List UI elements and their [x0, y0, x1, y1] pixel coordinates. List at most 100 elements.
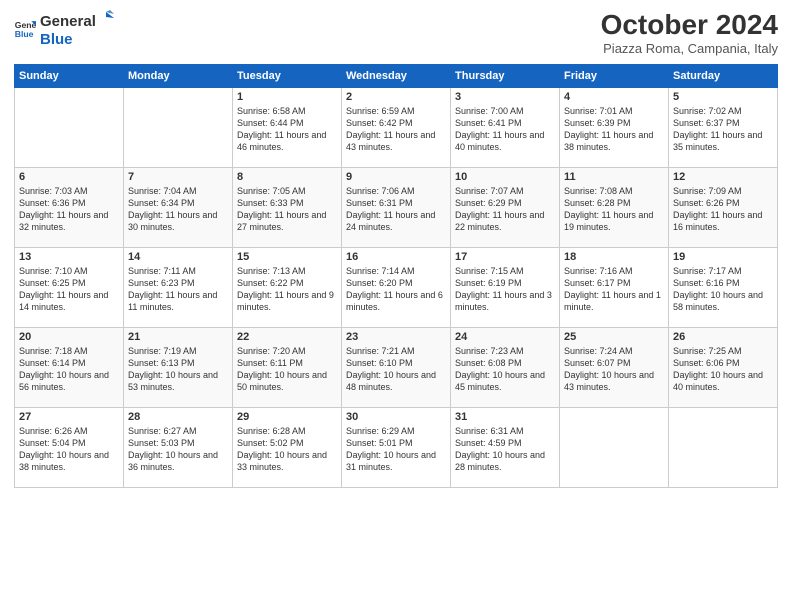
calendar-title: October 2024 [601, 10, 778, 41]
day-info: Sunrise: 6:31 AMSunset: 4:59 PMDaylight:… [455, 426, 545, 472]
day-number: 5 [673, 91, 773, 103]
day-number: 3 [455, 91, 555, 103]
day-info: Sunrise: 7:13 AMSunset: 6:22 PMDaylight:… [237, 266, 334, 312]
day-number: 9 [346, 171, 446, 183]
week-row-1: 1 Sunrise: 6:58 AMSunset: 6:44 PMDaylight… [15, 87, 778, 167]
day-info: Sunrise: 7:00 AMSunset: 6:41 PMDaylight:… [455, 106, 544, 152]
day-cell: 6 Sunrise: 7:03 AMSunset: 6:36 PMDaylight… [15, 167, 124, 247]
day-cell: 5 Sunrise: 7:02 AMSunset: 6:37 PMDaylight… [669, 87, 778, 167]
day-cell: 30 Sunrise: 6:29 AMSunset: 5:01 PMDayligh… [342, 407, 451, 487]
day-number: 7 [128, 171, 228, 183]
day-cell: 13Sunrise: 7:10 AMSunset: 6:25 PMDayligh… [15, 247, 124, 327]
day-cell: 27 Sunrise: 6:26 AMSunset: 5:04 PMDayligh… [15, 407, 124, 487]
day-info: Sunrise: 7:03 AMSunset: 6:36 PMDaylight:… [19, 186, 108, 232]
day-info: Sunrise: 7:21 AMSunset: 6:10 PMDaylight:… [346, 346, 436, 392]
day-number: 16 [346, 251, 446, 263]
day-info: Sunrise: 6:29 AMSunset: 5:01 PMDaylight:… [346, 426, 436, 472]
week-row-2: 6 Sunrise: 7:03 AMSunset: 6:36 PMDaylight… [15, 167, 778, 247]
day-info: Sunrise: 7:20 AMSunset: 6:11 PMDaylight:… [237, 346, 327, 392]
day-number: 23 [346, 331, 446, 343]
day-cell: 15 Sunrise: 7:13 AMSunset: 6:22 PMDayligh… [233, 247, 342, 327]
day-cell: 11 Sunrise: 7:08 AMSunset: 6:28 PMDayligh… [560, 167, 669, 247]
day-number: 31 [455, 411, 555, 423]
day-info: Sunrise: 7:16 AMSunset: 6:17 PMDaylight:… [564, 266, 661, 312]
header: General Blue General Blue October 2024 [14, 10, 778, 56]
day-number: 19 [673, 251, 773, 263]
day-info: Sunrise: 7:02 AMSunset: 6:37 PMDaylight:… [673, 106, 762, 152]
day-info: Sunrise: 7:01 AMSunset: 6:39 PMDaylight:… [564, 106, 653, 152]
day-cell: 17Sunrise: 7:15 AMSunset: 6:19 PMDayligh… [451, 247, 560, 327]
day-info: Sunrise: 7:09 AMSunset: 6:26 PMDaylight:… [673, 186, 762, 232]
day-cell: 3 Sunrise: 7:00 AMSunset: 6:41 PMDaylight… [451, 87, 560, 167]
day-number: 4 [564, 91, 664, 103]
day-number: 6 [19, 171, 119, 183]
day-cell: 8 Sunrise: 7:05 AMSunset: 6:33 PMDaylight… [233, 167, 342, 247]
day-cell [669, 407, 778, 487]
day-cell: 4 Sunrise: 7:01 AMSunset: 6:39 PMDaylight… [560, 87, 669, 167]
day-info: Sunrise: 6:59 AMSunset: 6:42 PMDaylight:… [346, 106, 435, 152]
day-number: 22 [237, 331, 337, 343]
header-friday: Friday [560, 64, 669, 87]
week-row-5: 27 Sunrise: 6:26 AMSunset: 5:04 PMDayligh… [15, 407, 778, 487]
day-cell: 28Sunrise: 6:27 AMSunset: 5:03 PMDayligh… [124, 407, 233, 487]
day-number: 15 [237, 251, 337, 263]
header-saturday: Saturday [669, 64, 778, 87]
day-number: 11 [564, 171, 664, 183]
day-number: 18 [564, 251, 664, 263]
day-cell: 1 Sunrise: 6:58 AMSunset: 6:44 PMDaylight… [233, 87, 342, 167]
day-cell: 9 Sunrise: 7:06 AMSunset: 6:31 PMDaylight… [342, 167, 451, 247]
day-cell: 12 Sunrise: 7:09 AMSunset: 6:26 PMDayligh… [669, 167, 778, 247]
logo-bird-icon [98, 10, 114, 26]
svg-text:Blue: Blue [15, 29, 34, 39]
day-info: Sunrise: 7:24 AMSunset: 6:07 PMDaylight:… [564, 346, 654, 392]
day-cell: 7Sunrise: 7:04 AMSunset: 6:34 PMDaylight… [124, 167, 233, 247]
day-number: 1 [237, 91, 337, 103]
day-number: 20 [19, 331, 119, 343]
day-cell: 19 Sunrise: 7:17 AMSunset: 6:16 PMDayligh… [669, 247, 778, 327]
day-info: Sunrise: 7:05 AMSunset: 6:33 PMDaylight:… [237, 186, 326, 232]
day-number: 27 [19, 411, 119, 423]
day-cell [124, 87, 233, 167]
calendar-subtitle: Piazza Roma, Campania, Italy [601, 41, 778, 56]
header-monday: Monday [124, 64, 233, 87]
calendar-table: Sunday Monday Tuesday Wednesday Thursday… [14, 64, 778, 488]
day-number: 12 [673, 171, 773, 183]
day-info: Sunrise: 6:26 AMSunset: 5:04 PMDaylight:… [19, 426, 109, 472]
week-row-3: 13Sunrise: 7:10 AMSunset: 6:25 PMDayligh… [15, 247, 778, 327]
day-cell: 29Sunrise: 6:28 AMSunset: 5:02 PMDayligh… [233, 407, 342, 487]
day-info: Sunrise: 7:11 AMSunset: 6:23 PMDaylight:… [128, 266, 217, 312]
day-cell: 10Sunrise: 7:07 AMSunset: 6:29 PMDayligh… [451, 167, 560, 247]
day-cell: 14Sunrise: 7:11 AMSunset: 6:23 PMDayligh… [124, 247, 233, 327]
day-info: Sunrise: 7:07 AMSunset: 6:29 PMDaylight:… [455, 186, 544, 232]
logo-blue: Blue [40, 31, 73, 48]
page: General Blue General Blue October 2024 [0, 0, 792, 612]
day-info: Sunrise: 6:58 AMSunset: 6:44 PMDaylight:… [237, 106, 326, 152]
day-info: Sunrise: 7:17 AMSunset: 6:16 PMDaylight:… [673, 266, 763, 312]
day-info: Sunrise: 7:25 AMSunset: 6:06 PMDaylight:… [673, 346, 763, 392]
day-cell: 2 Sunrise: 6:59 AMSunset: 6:42 PMDaylight… [342, 87, 451, 167]
day-number: 2 [346, 91, 446, 103]
logo-general: General [40, 14, 96, 31]
day-info: Sunrise: 7:23 AMSunset: 6:08 PMDaylight:… [455, 346, 545, 392]
day-cell: 16 Sunrise: 7:14 AMSunset: 6:20 PMDayligh… [342, 247, 451, 327]
day-number: 26 [673, 331, 773, 343]
title-block: October 2024 Piazza Roma, Campania, Ital… [601, 10, 778, 56]
day-info: Sunrise: 7:06 AMSunset: 6:31 PMDaylight:… [346, 186, 435, 232]
day-number: 17 [455, 251, 555, 263]
day-number: 21 [128, 331, 228, 343]
day-info: Sunrise: 6:28 AMSunset: 5:02 PMDaylight:… [237, 426, 327, 472]
day-number: 30 [346, 411, 446, 423]
day-info: Sunrise: 7:10 AMSunset: 6:25 PMDaylight:… [19, 266, 108, 312]
day-info: Sunrise: 7:14 AMSunset: 6:20 PMDaylight:… [346, 266, 443, 312]
day-number: 8 [237, 171, 337, 183]
day-cell: 31 Sunrise: 6:31 AMSunset: 4:59 PMDayligh… [451, 407, 560, 487]
header-wednesday: Wednesday [342, 64, 451, 87]
logo: General Blue General Blue [14, 10, 114, 49]
day-cell: 24 Sunrise: 7:23 AMSunset: 6:08 PMDayligh… [451, 327, 560, 407]
day-cell: 26 Sunrise: 7:25 AMSunset: 6:06 PMDayligh… [669, 327, 778, 407]
day-cell: 22 Sunrise: 7:20 AMSunset: 6:11 PMDayligh… [233, 327, 342, 407]
header-thursday: Thursday [451, 64, 560, 87]
day-info: Sunrise: 7:08 AMSunset: 6:28 PMDaylight:… [564, 186, 653, 232]
day-info: Sunrise: 6:27 AMSunset: 5:03 PMDaylight:… [128, 426, 218, 472]
day-number: 24 [455, 331, 555, 343]
